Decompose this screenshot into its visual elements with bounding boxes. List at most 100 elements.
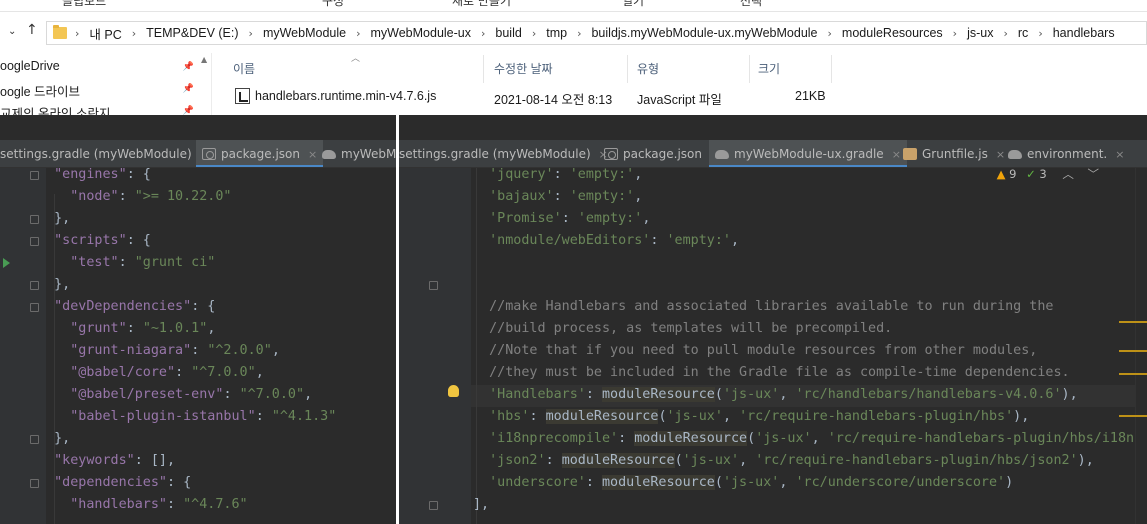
- breadcrumb-item[interactable]: build: [495, 26, 521, 40]
- breadcrumb-item[interactable]: tmp: [546, 26, 567, 40]
- breadcrumb-separator-icon[interactable]: ›: [953, 27, 957, 40]
- warning-marker[interactable]: [1119, 350, 1147, 352]
- address-bar[interactable]: › 내 PC › TEMP&DEV (E:) › myWebModule › myWebMod…: [46, 21, 1147, 45]
- nav-scrollbar[interactable]: ▲: [198, 53, 211, 115]
- quick-access-item[interactable]: 교제의 온라인 소란지 📌: [0, 103, 200, 115]
- code-line[interactable]: ],: [473, 494, 489, 516]
- code-line[interactable]: },: [38, 274, 70, 296]
- chevron-down-icon[interactable]: ﹀: [1088, 167, 1100, 181]
- column-divider[interactable]: [749, 55, 750, 83]
- quick-access-item[interactable]: oogle 드라이브 📌: [0, 81, 200, 103]
- editor-tab[interactable]: package.json×: [196, 140, 324, 167]
- breadcrumb-separator-icon[interactable]: ›: [828, 27, 832, 40]
- breadcrumb-item[interactable]: myWebModule: [263, 26, 346, 40]
- breadcrumb-separator-icon[interactable]: ›: [532, 27, 536, 40]
- breadcrumb-separator-icon[interactable]: ›: [481, 27, 485, 40]
- fold-marker-icon[interactable]: [429, 281, 438, 290]
- breadcrumb-item[interactable]: js-ux: [967, 26, 993, 40]
- pin-icon[interactable]: 📌: [183, 105, 194, 115]
- breadcrumb-item[interactable]: TEMP&DEV (E:): [146, 26, 238, 40]
- code-line[interactable]: 'nmodule/webEditors': 'empty:',: [473, 230, 739, 252]
- breadcrumb-separator-icon[interactable]: ›: [249, 27, 253, 40]
- code-string: 'underscore': [489, 475, 586, 490]
- pin-icon[interactable]: 📌: [183, 61, 194, 72]
- code-line[interactable]: "handlebars": "^4.7.6": [38, 494, 247, 516]
- editor-tab[interactable]: Gruntfile.js ×: [897, 140, 1011, 167]
- run-icon[interactable]: [3, 258, 10, 268]
- error-stripe[interactable]: [1135, 168, 1147, 524]
- code-line[interactable]: //make Handlebars and associated librari…: [473, 296, 1053, 318]
- breadcrumb-item[interactable]: handlebars: [1053, 26, 1115, 40]
- column-divider[interactable]: [483, 55, 484, 83]
- column-divider[interactable]: [831, 55, 832, 83]
- code-line[interactable]: "dependencies": {: [38, 472, 191, 494]
- fold-marker-icon[interactable]: [30, 281, 39, 290]
- pin-icon[interactable]: 📌: [183, 83, 194, 94]
- fold-marker-icon[interactable]: [429, 501, 438, 510]
- editor-tab[interactable]: myWebMo×: [316, 140, 396, 167]
- code-line[interactable]: "engines": {: [38, 164, 151, 186]
- code-line[interactable]: 'json2': moduleResource('js-ux', 'rc/req…: [473, 450, 1094, 472]
- code-line[interactable]: "node": ">= 10.22.0": [38, 186, 231, 208]
- code-line[interactable]: 'bajaux': 'empty:',: [473, 186, 642, 208]
- chevron-up-icon[interactable]: ︿: [1062, 167, 1074, 181]
- code-line[interactable]: "grunt-niagara": "^2.0.0",: [38, 340, 280, 362]
- code-line[interactable]: },: [38, 428, 70, 450]
- warning-marker[interactable]: [1119, 415, 1147, 417]
- quick-access-item[interactable]: oogleDrive 📌: [0, 59, 200, 81]
- breadcrumb-separator-icon[interactable]: ›: [75, 27, 79, 40]
- column-header-name[interactable]: 이름: [233, 60, 255, 77]
- code-line[interactable]: "@babel/preset-env": "^7.0.0",: [38, 384, 312, 406]
- code-line[interactable]: "keywords": [],: [38, 450, 175, 472]
- breadcrumb-separator-icon[interactable]: ›: [1003, 27, 1007, 40]
- breadcrumb-item[interactable]: 내 PC: [89, 24, 121, 43]
- code-line[interactable]: 'underscore': moduleResource('js-ux', 'r…: [473, 472, 1013, 494]
- fold-marker-icon[interactable]: [30, 215, 39, 224]
- code-line[interactable]: "@babel/core": "^7.0.0",: [38, 362, 264, 384]
- breadcrumb-item[interactable]: moduleResources: [842, 26, 943, 40]
- fold-marker-icon[interactable]: [30, 435, 39, 444]
- inspection-widget[interactable]: ▲ 9 ✓ 3 ︿ ﹀: [997, 166, 1099, 182]
- breadcrumb-separator-icon[interactable]: ›: [132, 27, 136, 40]
- code-line[interactable]: 'jquery': 'empty:',: [473, 164, 642, 186]
- fold-marker-icon[interactable]: [30, 479, 39, 488]
- editor-tab[interactable]: myWebModule-ux.gradle ×: [709, 140, 907, 167]
- breadcrumb-separator-icon[interactable]: ›: [356, 27, 360, 40]
- code-line[interactable]: "grunt": "~1.0.1",: [38, 318, 215, 340]
- code-line[interactable]: 'i18nprecompile': moduleResource('js-ux'…: [473, 428, 1142, 450]
- column-header-modified[interactable]: 수정한 날짜: [494, 60, 553, 77]
- close-icon[interactable]: ×: [1115, 148, 1124, 161]
- fold-marker-icon[interactable]: [30, 303, 39, 312]
- code-line[interactable]: "test": "grunt ci": [38, 252, 215, 274]
- code-line[interactable]: //they must be included in the Gradle fi…: [473, 362, 1069, 384]
- code-line[interactable]: "babel-plugin-istanbul": "^4.1.3": [38, 406, 336, 428]
- scroll-up-icon[interactable]: ▲: [201, 55, 207, 64]
- breadcrumb-item[interactable]: rc: [1018, 26, 1028, 40]
- breadcrumb-separator-icon[interactable]: ›: [577, 27, 581, 40]
- breadcrumb-item[interactable]: myWebModule-ux: [370, 26, 471, 40]
- breadcrumb-separator-icon[interactable]: ›: [1038, 27, 1042, 40]
- column-header-size[interactable]: 크기: [758, 60, 780, 77]
- chevron-down-icon[interactable]: ⌄: [8, 26, 16, 37]
- code-line[interactable]: 'Handlebars': moduleResource('js-ux', 'r…: [473, 384, 1078, 406]
- editor-tab[interactable]: environment. ×: [1002, 140, 1130, 167]
- arrow-up-icon[interactable]: ↑: [26, 22, 38, 38]
- code-line[interactable]: 'Promise': 'empty:',: [473, 208, 650, 230]
- code-line[interactable]: //build process, as templates will be pr…: [473, 318, 892, 340]
- column-header-type[interactable]: 유형: [637, 60, 659, 77]
- breadcrumb-item[interactable]: buildjs.myWebModule-ux.myWebModule: [591, 26, 817, 40]
- code-line[interactable]: 'hbs': moduleResource('js-ux', 'rc/requi…: [473, 406, 1029, 428]
- column-divider[interactable]: [627, 55, 628, 83]
- lightbulb-icon[interactable]: [448, 385, 459, 397]
- warning-marker[interactable]: [1119, 373, 1147, 375]
- code-line[interactable]: },: [38, 208, 70, 230]
- file-row[interactable]: handlebars.runtime.min-v4.7.6.js 2021-08…: [231, 86, 1131, 108]
- fold-marker-icon[interactable]: [30, 237, 39, 246]
- warning-marker[interactable]: [1119, 321, 1147, 323]
- code-line[interactable]: "scripts": {: [38, 230, 151, 252]
- code-line[interactable]: //Note that if you need to pull module r…: [473, 340, 1037, 362]
- fold-marker-icon[interactable]: [30, 171, 39, 180]
- code-line[interactable]: "devDependencies": {: [38, 296, 215, 318]
